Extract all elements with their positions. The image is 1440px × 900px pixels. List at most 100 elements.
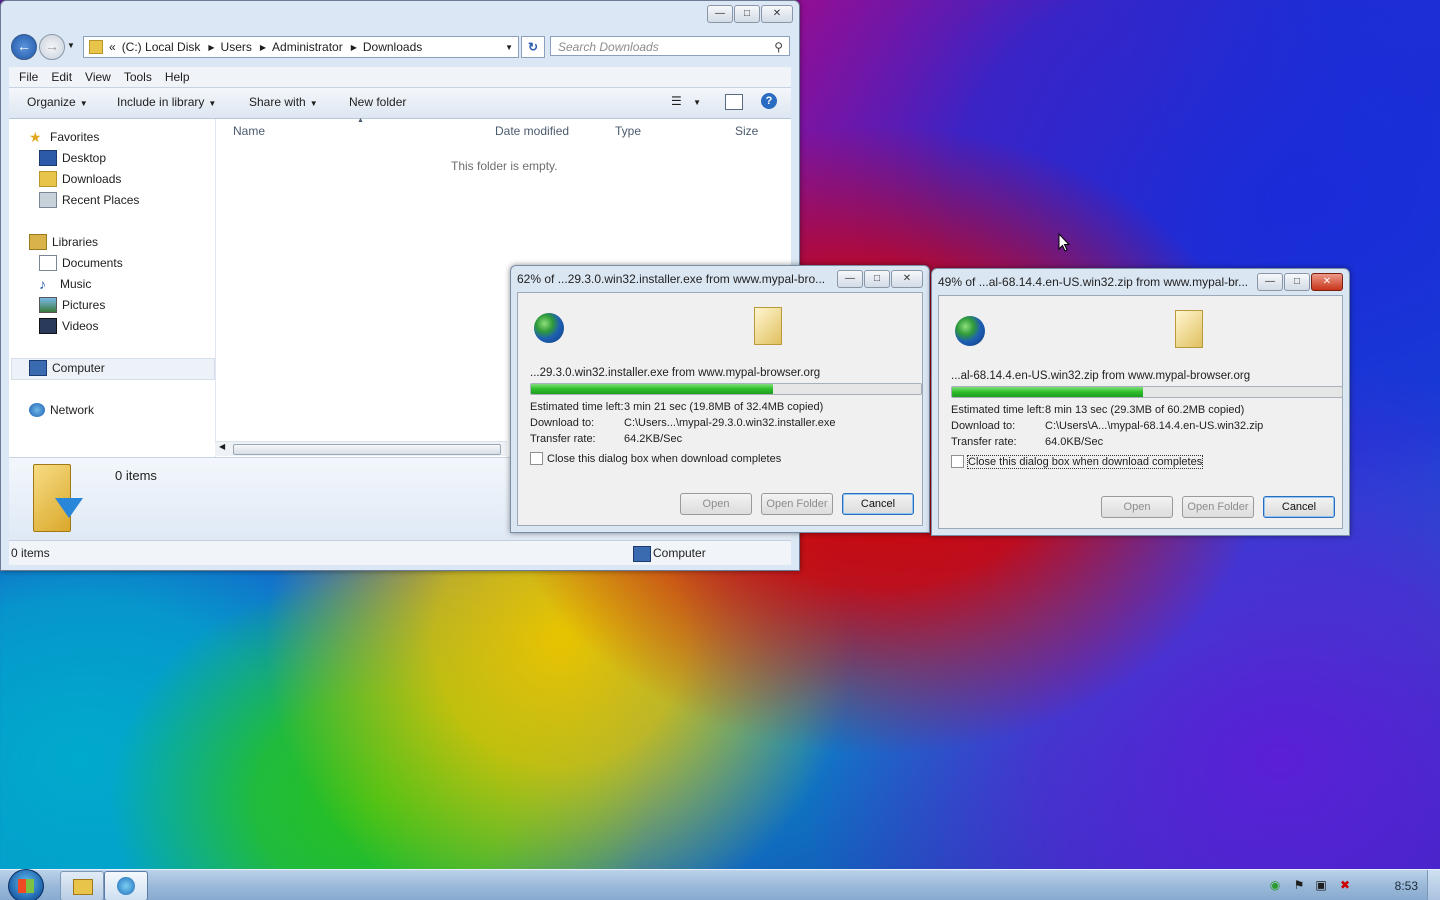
details-item-count: 0 items — [115, 468, 157, 483]
star-icon: ★ — [29, 129, 42, 145]
dialog-title-buttons: — □ ✕ — [837, 270, 923, 288]
open-folder-button[interactable]: Open Folder — [1182, 496, 1254, 518]
sort-arrow-icon: ▲ — [357, 117, 364, 124]
time-left-value: 3 min 21 sec (19.8MB of 32.4MB copied) — [624, 401, 824, 413]
start-button[interactable] — [8, 869, 44, 900]
refresh-icon[interactable]: ↻ — [521, 36, 545, 58]
search-icon[interactable]: ⚲ — [774, 37, 783, 57]
menu-file[interactable]: File — [9, 67, 38, 87]
chevron-right-icon[interactable]: ▶ — [208, 43, 214, 52]
close-when-complete-checkbox[interactable]: Close this dialog box when download comp… — [530, 452, 781, 465]
security-icon[interactable]: ◉ — [1268, 878, 1282, 892]
recent-pages-dropdown-icon[interactable]: ▼ — [67, 41, 75, 50]
show-desktop-button[interactable] — [1427, 870, 1440, 900]
taskbar-explorer[interactable] — [60, 871, 104, 900]
minimize-button[interactable]: — — [837, 270, 863, 288]
menu-help[interactable]: Help — [155, 67, 190, 87]
clock[interactable]: 8:53 — [1395, 879, 1418, 893]
checkbox-box[interactable] — [951, 455, 964, 468]
folder-icon — [89, 40, 103, 54]
maximize-button[interactable]: □ — [864, 270, 890, 288]
menu-edit[interactable]: Edit — [41, 67, 72, 87]
chevron-down-icon: ▼ — [208, 99, 217, 108]
downloads-folder-icon — [39, 171, 57, 187]
breadcrumb-downloads[interactable]: Downloads — [363, 40, 422, 54]
nav-music[interactable]: ♪ Music — [39, 275, 91, 293]
taskbar-browser[interactable] — [104, 871, 148, 900]
nav-favorites[interactable]: ★ Favorites — [29, 128, 99, 146]
transfer-rate-value: 64.2KB/Sec — [624, 433, 683, 445]
preview-pane-icon[interactable] — [725, 94, 743, 110]
maximize-button[interactable]: □ — [1284, 273, 1310, 291]
address-bar[interactable]: « (C:) Local Disk ▶ Users ▶ Administrato… — [83, 36, 519, 58]
new-folder-button[interactable]: New folder — [349, 95, 406, 109]
chevron-right-icon[interactable]: ▶ — [351, 43, 357, 52]
share-with-button[interactable]: Share with ▼ — [249, 95, 318, 109]
checkbox-label[interactable]: Close this dialog box when download comp… — [966, 454, 1204, 469]
include-label: Include in library — [117, 95, 205, 109]
menu-view[interactable]: View — [75, 67, 111, 87]
nav-documents[interactable]: Documents — [39, 254, 123, 272]
breadcrumb-local-disk[interactable]: (C:) Local Disk — [122, 40, 201, 54]
checkbox-label[interactable]: Close this dialog box when download comp… — [547, 453, 781, 465]
open-button[interactable]: Open — [680, 493, 752, 515]
close-when-complete-checkbox[interactable]: Close this dialog box when download comp… — [951, 454, 1204, 469]
nav-pictures[interactable]: Pictures — [39, 296, 105, 314]
minimize-button[interactable]: — — [707, 5, 733, 23]
nav-libraries[interactable]: Libraries — [29, 233, 98, 251]
column-date-modified[interactable]: Date modified — [495, 124, 569, 138]
view-options-icon[interactable]: ☰ ▼ — [671, 94, 701, 108]
breadcrumb-overflow[interactable]: « — [109, 40, 116, 54]
nav-desktop-label: Desktop — [62, 151, 107, 165]
chevron-right-icon[interactable]: ▶ — [260, 43, 266, 52]
progress-fill — [531, 384, 773, 394]
column-name[interactable]: Name — [233, 124, 265, 138]
menu-tools[interactable]: Tools — [114, 67, 152, 87]
nav-desktop[interactable]: Desktop — [39, 149, 106, 167]
nav-computer[interactable]: Computer — [29, 359, 105, 377]
nav-videos[interactable]: Videos — [39, 317, 98, 335]
column-type[interactable]: Type — [615, 124, 641, 138]
libraries-icon — [29, 234, 47, 250]
close-button[interactable]: ✕ — [1311, 273, 1343, 291]
cancel-button[interactable]: Cancel — [842, 493, 914, 515]
nav-network[interactable]: Network — [29, 401, 94, 419]
recent-places-icon — [39, 192, 57, 208]
network-tray-icon[interactable]: ▣ — [1314, 878, 1328, 892]
breadcrumb-administrator[interactable]: Administrator — [272, 40, 343, 54]
nav-pictures-label: Pictures — [62, 298, 106, 312]
back-button[interactable]: ← — [11, 34, 37, 60]
organize-button[interactable]: Organize ▼ — [27, 95, 88, 109]
volume-muted-icon[interactable]: ✖ — [1338, 878, 1352, 892]
nav-recent-places[interactable]: Recent Places — [39, 191, 139, 209]
cancel-button[interactable]: Cancel — [1263, 496, 1335, 518]
help-icon[interactable]: ? — [761, 93, 777, 109]
nav-computer-label: Computer — [52, 361, 105, 375]
forward-button[interactable]: → — [39, 34, 65, 60]
include-in-library-button[interactable]: Include in library ▼ — [117, 95, 216, 109]
pictures-icon — [39, 297, 57, 313]
scrollbar-thumb[interactable] — [233, 444, 501, 455]
maximize-button[interactable]: □ — [734, 5, 760, 23]
search-input[interactable]: Search Downloads ⚲ — [550, 36, 790, 56]
checkbox-box[interactable] — [530, 452, 543, 465]
address-dropdown-icon[interactable]: ▼ — [505, 43, 513, 52]
minimize-button[interactable]: — — [1257, 273, 1283, 291]
music-icon: ♪ — [39, 276, 46, 292]
folder-icon — [754, 307, 782, 345]
close-button[interactable]: ✕ — [761, 5, 793, 23]
time-left-label: Estimated time left: — [951, 404, 1045, 416]
download-to-label: Download to: — [951, 420, 1016, 432]
download-progress-bar — [530, 383, 922, 395]
action-center-flag-icon[interactable]: ⚑ — [1292, 878, 1306, 892]
close-button[interactable]: ✕ — [891, 270, 923, 288]
scroll-left-icon[interactable]: ◀ — [219, 442, 225, 451]
open-folder-button[interactable]: Open Folder — [761, 493, 833, 515]
dialog-body: ...al-68.14.4.en-US.win32.zip from www.m… — [938, 295, 1343, 529]
status-item-count: 0 items — [11, 546, 50, 560]
column-size[interactable]: Size — [735, 124, 758, 138]
nav-downloads[interactable]: Downloads — [39, 170, 121, 188]
horizontal-scrollbar[interactable]: ◀ — [215, 441, 507, 456]
open-button[interactable]: Open — [1101, 496, 1173, 518]
breadcrumb-users[interactable]: Users — [221, 40, 252, 54]
